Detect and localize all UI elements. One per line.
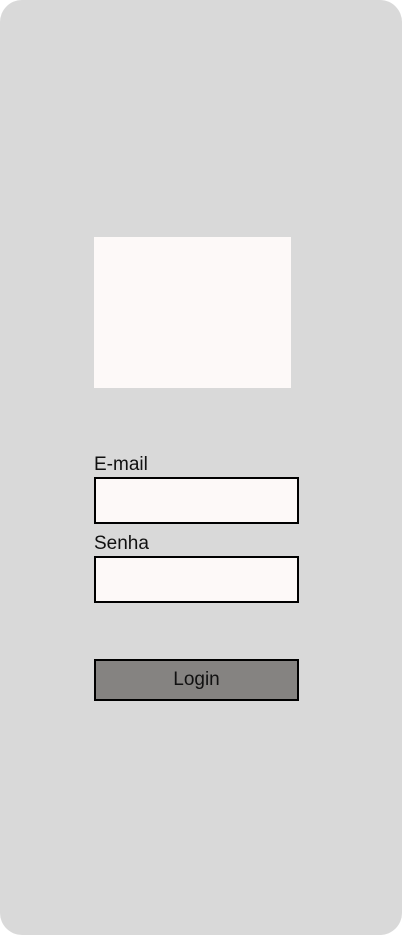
login-screen: E-mail Senha Login	[0, 0, 402, 935]
password-label: Senha	[94, 533, 149, 554]
logo-image-placeholder	[94, 237, 291, 388]
login-button[interactable]: Login	[94, 659, 299, 701]
password-input[interactable]	[94, 556, 299, 603]
email-label: E-mail	[94, 454, 148, 475]
email-input[interactable]	[94, 477, 299, 524]
